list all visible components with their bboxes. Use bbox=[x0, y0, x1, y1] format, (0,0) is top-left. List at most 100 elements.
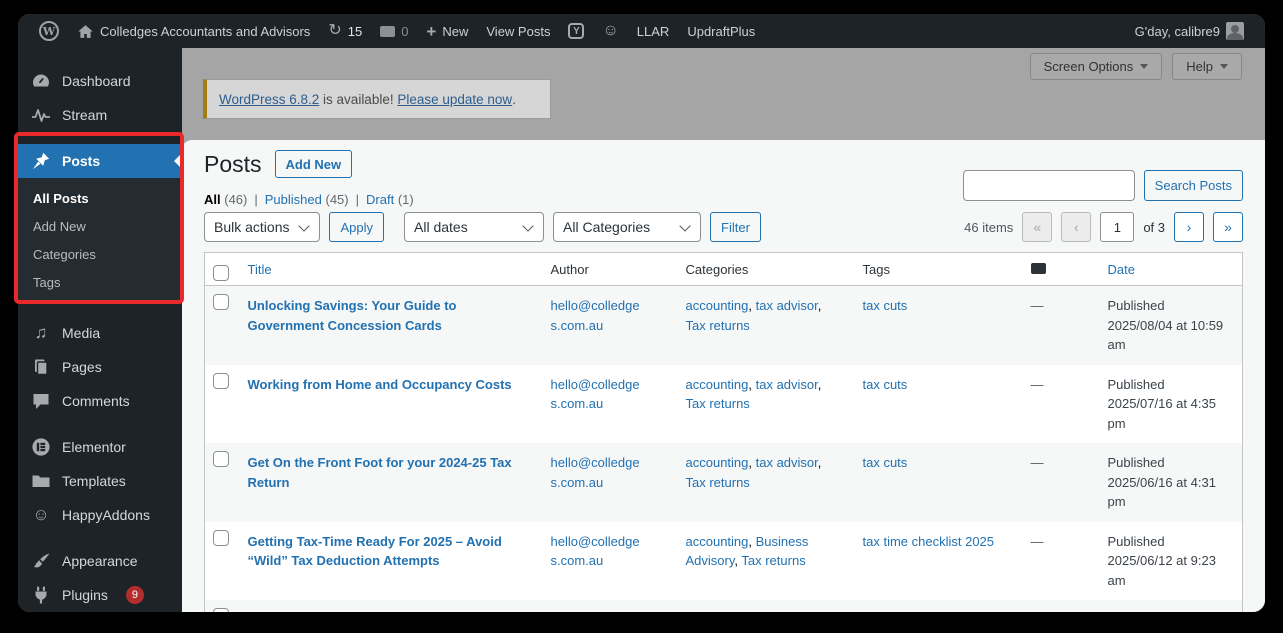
plugins-update-badge: 9 bbox=[125, 586, 144, 604]
post-title-link[interactable]: Getting Tax-Time Ready For 2025 – Avoid … bbox=[248, 534, 502, 569]
title-cell: Get On the Front Foot for your 2024-25 T… bbox=[238, 443, 541, 522]
post-title-link[interactable]: Get On the Front Foot for your 2024-25 T… bbox=[248, 455, 512, 490]
comments-menu[interactable]: 0 bbox=[371, 14, 417, 48]
submenu-item-tags[interactable]: Tags bbox=[18, 268, 182, 296]
category-link[interactable]: accounting bbox=[686, 377, 749, 392]
row-checkbox[interactable] bbox=[213, 294, 229, 310]
next-page-button[interactable]: › bbox=[1174, 212, 1204, 242]
updraftplus-label: UpdraftPlus bbox=[687, 23, 756, 39]
admin-sidebar: Dashboard Stream Posts All Posts Add New… bbox=[18, 48, 182, 612]
author-link[interactable]: hello@colledges.com.au bbox=[551, 455, 640, 490]
updates-menu[interactable]: ↻ 15 bbox=[319, 14, 371, 48]
happyaddons-bar-menu[interactable]: ☺ bbox=[593, 14, 627, 48]
category-link[interactable]: accounting bbox=[686, 298, 749, 313]
wp-logo-menu[interactable]: W bbox=[30, 14, 68, 48]
category-link[interactable]: tax advisor bbox=[756, 455, 818, 470]
submenu-label: Tags bbox=[33, 274, 61, 290]
categories-filter-select[interactable]: All Categories bbox=[553, 212, 702, 242]
table-row: Unlocking Savings: Your Guide to Governm… bbox=[204, 285, 1243, 365]
view-published[interactable]: Published (45) bbox=[265, 192, 349, 207]
current-page-input[interactable] bbox=[1100, 212, 1135, 242]
tag-link[interactable]: tax cuts bbox=[863, 377, 908, 392]
paintbrush-icon bbox=[33, 553, 50, 568]
page-title: Posts bbox=[204, 150, 262, 177]
sidebar-item-appearance[interactable]: Appearance bbox=[18, 544, 182, 578]
select-all-checkbox[interactable] bbox=[213, 265, 229, 281]
post-status: Published bbox=[1107, 455, 1165, 470]
llar-menu[interactable]: LLAR bbox=[628, 14, 679, 48]
sidebar-item-label: Templates bbox=[62, 473, 126, 489]
update-count: 15 bbox=[347, 23, 363, 39]
table-row: Getting Tax-Time Ready For 2025 – Avoid … bbox=[204, 521, 1243, 600]
view-posts-menu[interactable]: View Posts bbox=[477, 14, 559, 48]
submenu-label: Categories bbox=[33, 246, 96, 262]
new-content-menu[interactable]: + New bbox=[417, 14, 477, 48]
site-name-menu[interactable]: Colledges Accountants and Advisors bbox=[68, 14, 319, 48]
submenu-item-categories[interactable]: Categories bbox=[18, 240, 182, 268]
author-link[interactable]: hello@colledges.com.au bbox=[551, 298, 640, 333]
updraftplus-menu[interactable]: UpdraftPlus bbox=[678, 14, 764, 48]
pages-icon bbox=[35, 359, 48, 376]
post-title-link[interactable]: Unlocking Savings: Your Guide to Governm… bbox=[248, 298, 457, 333]
sidebar-item-media[interactable]: ♫ Media bbox=[18, 316, 182, 350]
wordpress-version-link[interactable]: WordPress 6.8.2 bbox=[219, 92, 319, 107]
author-link[interactable]: hello@colledges.com.au bbox=[551, 377, 640, 412]
category-link[interactable]: accounting bbox=[686, 534, 749, 549]
category-link[interactable]: Tax returns bbox=[741, 553, 805, 568]
sidebar-item-plugins[interactable]: Plugins 9 bbox=[18, 578, 182, 612]
sidebar-item-templates[interactable]: Templates bbox=[18, 464, 182, 498]
search-input[interactable] bbox=[962, 170, 1135, 201]
view-draft[interactable]: Draft (1) bbox=[366, 192, 414, 207]
sort-date-header[interactable]: Date bbox=[1108, 262, 1135, 277]
search-posts-button[interactable]: Search Posts bbox=[1143, 170, 1243, 201]
tag-link[interactable]: tax cuts bbox=[863, 298, 908, 313]
view-count: (45) bbox=[325, 192, 349, 207]
my-account-menu[interactable]: G'day, calibre9 bbox=[1126, 14, 1253, 48]
table-row: Working from Home and Occupancy Costs hel… bbox=[204, 364, 1243, 443]
apply-button[interactable]: Apply bbox=[329, 212, 385, 242]
sidebar-item-dashboard[interactable]: Dashboard bbox=[18, 64, 182, 98]
sort-title-header[interactable]: Title bbox=[248, 262, 272, 277]
tag-link[interactable]: tax time checklist 2025 bbox=[863, 534, 995, 549]
row-checkbox[interactable] bbox=[213, 529, 229, 546]
last-page-button[interactable]: » bbox=[1213, 212, 1243, 242]
category-link[interactable]: Tax returns bbox=[686, 396, 750, 411]
submenu-label: All Posts bbox=[33, 190, 89, 206]
view-all[interactable]: All (46) bbox=[204, 192, 247, 207]
view-count: (1) bbox=[397, 192, 414, 207]
submenu-label: Add New bbox=[33, 218, 86, 234]
sidebar-item-comments[interactable]: Comments bbox=[18, 384, 182, 418]
submenu-item-add-new[interactable]: Add New bbox=[18, 212, 182, 240]
tag-link[interactable]: tax cuts bbox=[863, 455, 908, 470]
sidebar-item-stream[interactable]: Stream bbox=[18, 98, 182, 132]
update-nag-notice: WordPress 6.8.2 is available! Please upd… bbox=[203, 79, 551, 119]
category-link[interactable]: accounting bbox=[686, 455, 749, 470]
llar-label: LLAR bbox=[636, 23, 670, 39]
add-new-button[interactable]: Add New bbox=[274, 150, 353, 178]
sidebar-item-elementor[interactable]: Elementor bbox=[18, 430, 182, 464]
post-title-link[interactable]: Working from Home and Occupancy Costs bbox=[248, 377, 512, 392]
category-link[interactable]: Tax returns bbox=[686, 475, 750, 490]
yoast-menu[interactable]: Y bbox=[559, 14, 593, 48]
row-checkbox[interactable] bbox=[213, 608, 229, 612]
sidebar-item-happyaddons[interactable]: ☺ HappyAddons bbox=[18, 498, 182, 532]
category-link[interactable]: tax advisor bbox=[756, 298, 818, 313]
row-checkbox[interactable] bbox=[213, 451, 229, 467]
filter-button[interactable]: Filter bbox=[710, 212, 761, 242]
submenu-item-all-posts[interactable]: All Posts bbox=[18, 184, 182, 212]
sidebar-item-pages[interactable]: Pages bbox=[18, 350, 182, 384]
help-button[interactable]: Help bbox=[1172, 53, 1242, 80]
chevron-down-icon bbox=[1220, 64, 1228, 73]
sidebar-item-posts[interactable]: Posts bbox=[18, 144, 182, 178]
dates-filter-select[interactable]: All dates bbox=[404, 212, 545, 242]
screen-options-button[interactable]: Screen Options bbox=[1029, 53, 1163, 80]
category-link[interactable]: Tax returns bbox=[686, 318, 750, 333]
row-checkbox[interactable] bbox=[213, 372, 229, 389]
author-link[interactable]: hello@colledges.com.au bbox=[551, 534, 640, 569]
table-header-row: Title Author Categories Tags Date bbox=[204, 252, 1243, 286]
update-now-link[interactable]: Please update now bbox=[397, 92, 512, 107]
category-link[interactable]: tax advisor bbox=[756, 377, 818, 392]
prev-page-button[interactable]: ‹ bbox=[1061, 212, 1092, 242]
bulk-actions-select[interactable]: Bulk actions bbox=[204, 212, 321, 242]
first-page-button[interactable]: « bbox=[1022, 212, 1053, 242]
